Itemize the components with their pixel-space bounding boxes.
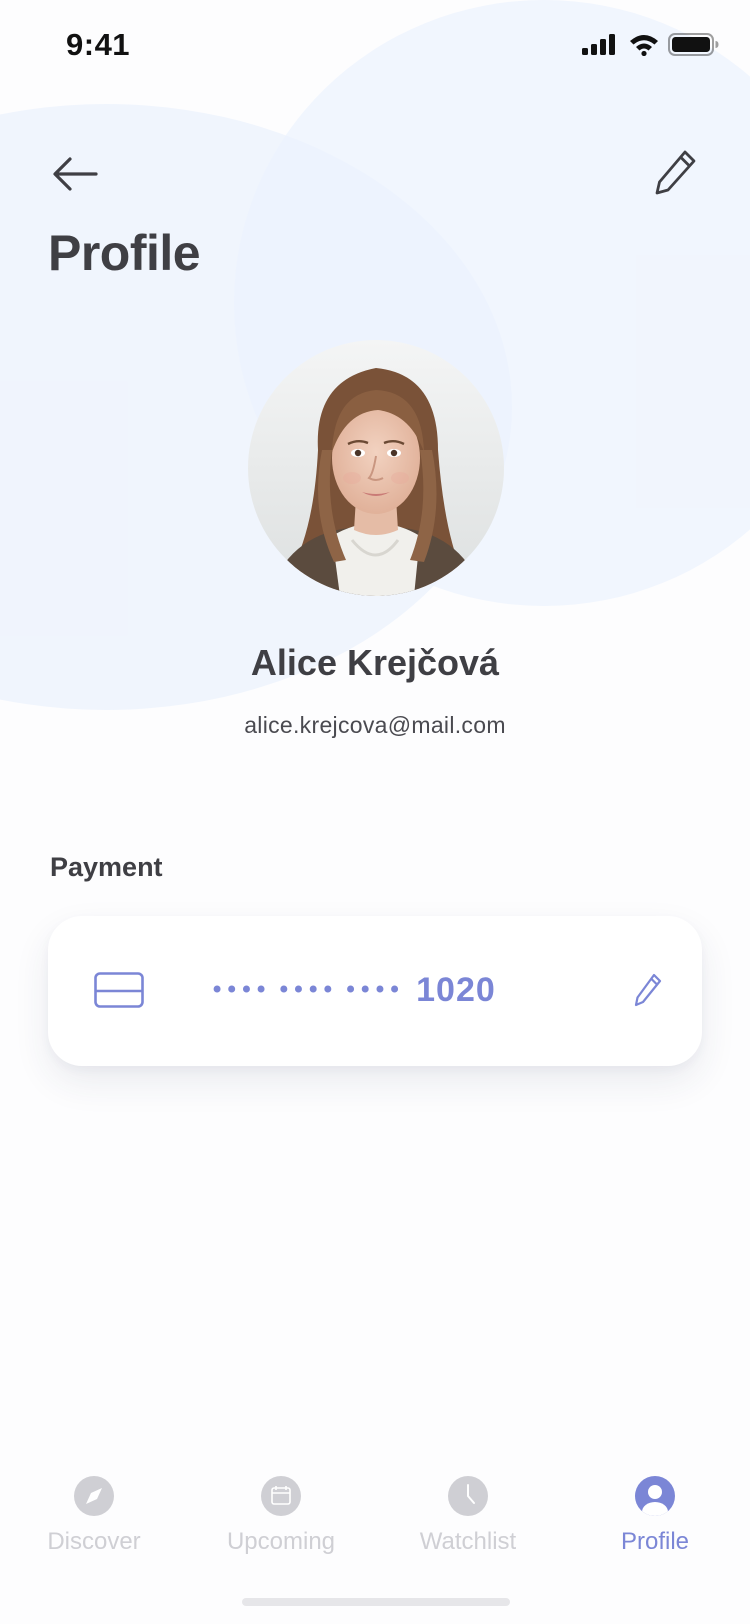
avatar-portrait	[248, 340, 504, 596]
tab-label-watchlist: Watchlist	[419, 1528, 517, 1555]
edit-card-button[interactable]	[626, 968, 670, 1012]
user-name: Alice Krejčová	[250, 642, 500, 683]
payment-card[interactable]: •••• •••• •••• 1020	[48, 916, 702, 1066]
edit-profile-button[interactable]	[646, 142, 706, 202]
arrow-left-icon	[53, 157, 98, 191]
tab-upcoming[interactable]: Upcoming	[187, 1466, 375, 1576]
user-email: alice.krejcova@mail.com	[244, 712, 506, 738]
card-number: •••• •••• •••• 1020	[210, 966, 496, 1014]
pencil-icon	[634, 973, 662, 1007]
battery-icon	[668, 33, 719, 56]
profile-screen: 9:41 Profile Alice Krejčová alice.krejco…	[0, 0, 750, 1624]
tab-watchlist[interactable]: Watchlist	[374, 1466, 562, 1576]
wifi-icon	[630, 35, 658, 56]
credit-card-icon	[94, 972, 144, 1008]
user-icon	[635, 1476, 675, 1516]
page-title: Profile	[48, 225, 201, 281]
tab-label-profile: Profile	[620, 1528, 690, 1555]
tab-label-discover: Discover	[47, 1528, 141, 1555]
calendar-icon	[261, 1476, 301, 1516]
status-bar: 9:41	[0, 0, 750, 94]
tab-label-upcoming: Upcoming	[226, 1528, 336, 1555]
payment-section-label: Payment	[50, 852, 163, 882]
card-last-four: 1020	[416, 970, 496, 1009]
tab-bar: Discover Upcoming Watchlist Profile	[0, 1466, 750, 1586]
tab-discover[interactable]: Discover	[0, 1466, 188, 1576]
clock-icon	[448, 1476, 488, 1516]
back-button[interactable]	[44, 144, 104, 204]
compass-icon	[74, 1476, 114, 1516]
home-indicator	[242, 1598, 510, 1606]
status-icons	[582, 30, 722, 60]
avatar[interactable]	[248, 340, 504, 596]
pencil-icon	[655, 150, 696, 195]
status-time: 9:41	[66, 27, 131, 62]
card-masked-digits: •••• •••• ••••	[210, 976, 403, 1004]
tab-profile[interactable]: Profile	[561, 1466, 749, 1576]
signal-icon	[582, 34, 615, 55]
